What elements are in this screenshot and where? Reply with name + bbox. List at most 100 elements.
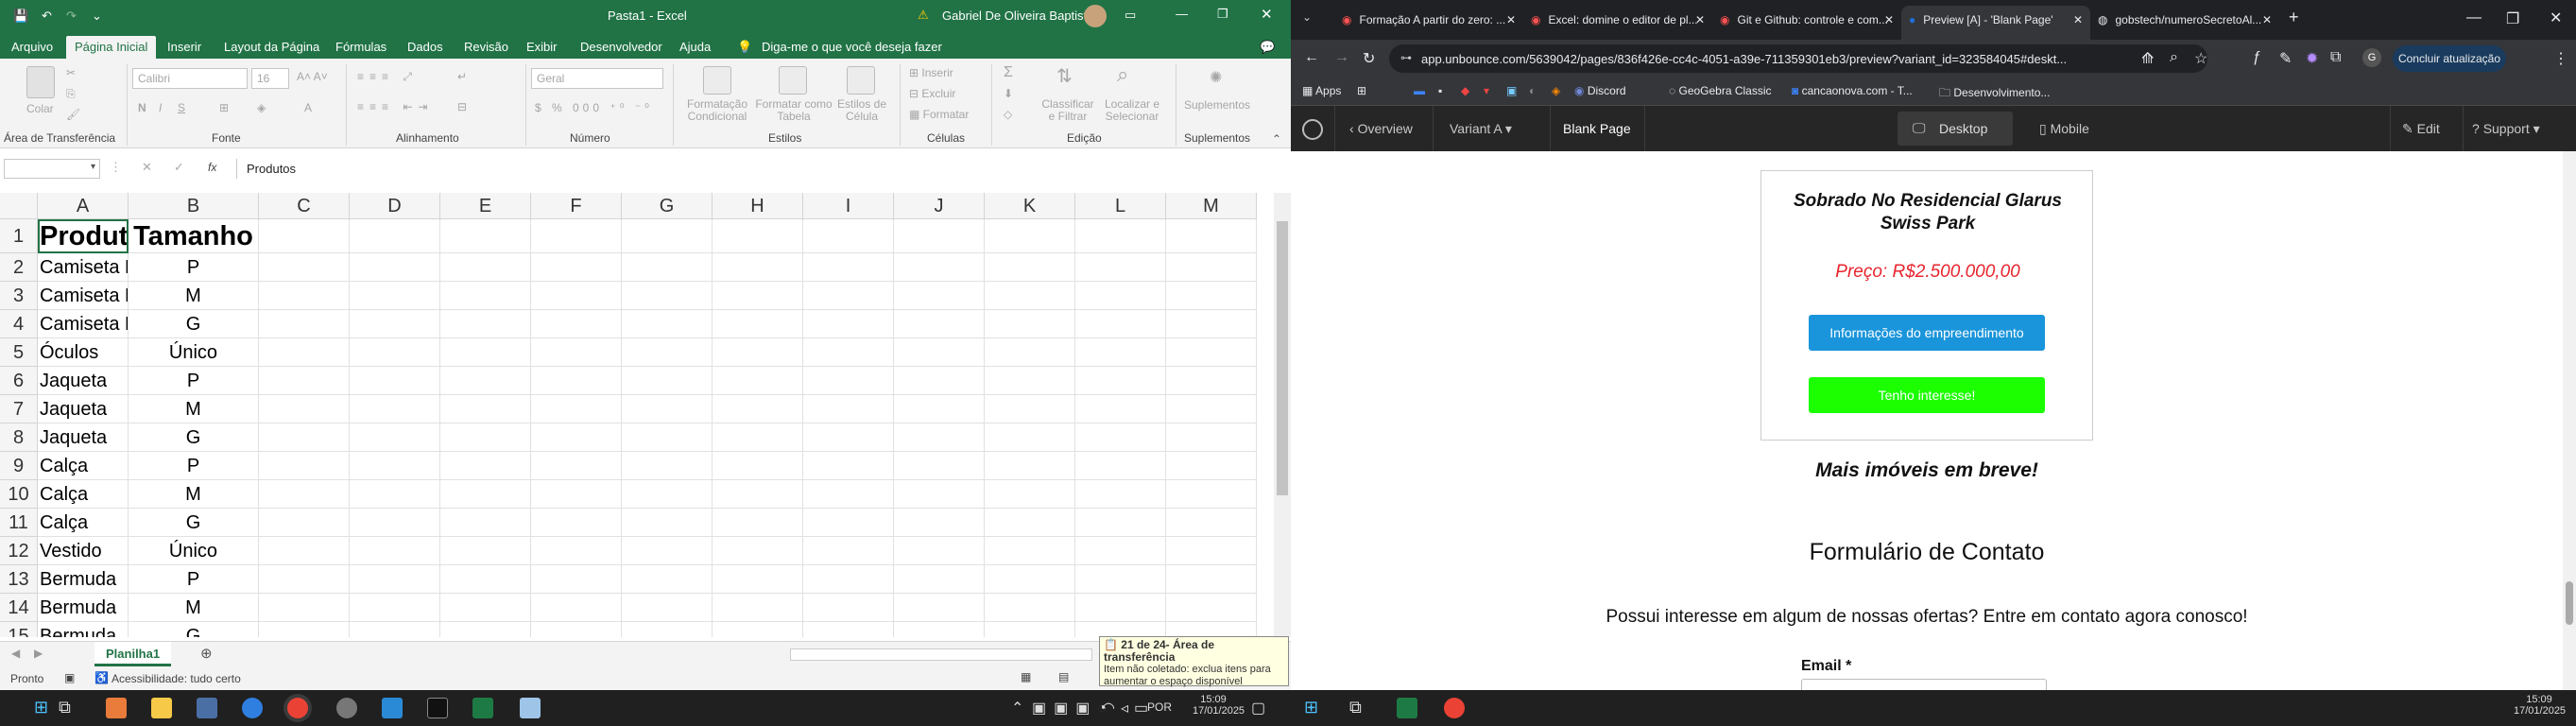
cell[interactable]: Único [129,537,259,565]
cell[interactable] [894,395,985,424]
overview-link[interactable]: ‹ Overview [1349,121,1413,136]
undo-icon[interactable]: ↶ [42,9,52,24]
cell[interactable] [622,395,713,424]
cell[interactable] [894,219,985,253]
settings-icon[interactable] [336,698,357,718]
minimize-icon[interactable]: — [2466,9,2482,26]
cell[interactable] [622,452,713,480]
font-size-box[interactable]: 16 [251,68,289,89]
cell[interactable] [622,219,713,253]
cell[interactable] [440,537,531,565]
cell[interactable] [803,480,894,509]
cell[interactable]: P [129,253,259,282]
file-explorer-icon[interactable] [151,698,172,718]
chevron-up-icon[interactable]: ⌃ [1011,699,1023,717]
cell[interactable] [1075,452,1166,480]
cell[interactable] [259,537,350,565]
status-accessibility[interactable]: Acessibilidade: tudo certo [112,672,241,685]
cell[interactable]: Jaqueta [38,424,129,452]
bookmark-apps[interactable]: ▦ Apps [1302,84,1341,97]
cell[interactable] [622,367,713,395]
cell[interactable] [531,622,622,637]
italic-icon[interactable]: I [159,101,162,114]
cell[interactable]: Camiseta Lisa [38,282,129,310]
cell[interactable]: Jaqueta [38,367,129,395]
cell[interactable] [985,424,1075,452]
cell[interactable] [985,338,1075,367]
close-tab-icon[interactable]: ✕ [1884,6,1894,34]
close-tab-icon[interactable]: ✕ [1695,6,1705,34]
cell[interactable] [1075,395,1166,424]
cell[interactable] [713,537,803,565]
column-header[interactable]: J [894,193,985,219]
cell[interactable] [259,565,350,594]
cell[interactable] [531,338,622,367]
cell[interactable] [622,509,713,537]
cell[interactable] [1075,509,1166,537]
fill-color-icon[interactable]: ◈ [257,101,266,114]
row-header[interactable]: 2 [0,253,38,282]
cell[interactable] [985,395,1075,424]
cell[interactable] [350,282,440,310]
language-indicator[interactable]: POR [1147,700,1172,714]
cell[interactable] [350,452,440,480]
select-all-corner[interactable] [0,193,38,219]
cell[interactable] [440,594,531,622]
cell[interactable] [894,367,985,395]
cell[interactable] [259,395,350,424]
cell[interactable] [622,424,713,452]
cell[interactable] [803,282,894,310]
cell[interactable] [531,219,622,253]
enter-icon[interactable]: ✓ [174,160,184,175]
fx-icon[interactable]: fx [208,161,216,174]
cell[interactable] [440,565,531,594]
cell[interactable] [1166,282,1257,310]
cell[interactable] [350,537,440,565]
bookmark-geogebra[interactable]: ◌ GeoGebra Classic [1669,84,1772,97]
cell[interactable] [440,480,531,509]
cell[interactable] [350,253,440,282]
cell[interactable] [985,565,1075,594]
cell[interactable] [350,219,440,253]
column-header[interactable]: F [531,193,622,219]
avatar[interactable] [1084,5,1107,27]
cell[interactable] [531,395,622,424]
desktop-toggle[interactable]: 🖵 Desktop [1898,112,2013,146]
format-painter-icon[interactable]: 🖌 [66,108,80,121]
format-cells-button[interactable]: ▦ Formatar [909,108,969,121]
cell[interactable] [1166,480,1257,509]
row-header[interactable]: 13 [0,565,38,594]
bookmark-icon[interactable]: ◐ [1529,84,1536,97]
cell[interactable] [713,565,803,594]
cell[interactable] [803,622,894,637]
cell[interactable] [350,565,440,594]
tab-ajuda[interactable]: Ajuda [679,36,711,59]
variant-dropdown[interactable]: Variant A ▾ [1450,121,1512,137]
terminal-icon[interactable] [427,698,448,718]
cell[interactable]: P [129,367,259,395]
page-scrollbar[interactable] [2563,151,2576,690]
cell[interactable] [1075,480,1166,509]
cell[interactable] [713,310,803,338]
cell[interactable] [1166,565,1257,594]
column-header[interactable]: H [713,193,803,219]
row-header[interactable]: 6 [0,367,38,395]
close-tab-icon[interactable]: ✕ [2073,6,2083,34]
cell[interactable] [1166,594,1257,622]
edit-link[interactable]: ✎ Edit [2402,121,2440,137]
underline-icon[interactable]: S [178,101,185,114]
extension-icon[interactable]: ✎ [2279,49,2292,68]
cell[interactable]: M [129,594,259,622]
calculator-icon[interactable] [197,698,217,718]
browser-tab-1[interactable]: ◉ Formação A partir do zero: ... ✕ [1334,6,1523,40]
cell[interactable]: M [129,395,259,424]
extension-icon[interactable]: ✹ [2306,49,2318,68]
cell[interactable] [985,310,1075,338]
extension-icon[interactable]: ƒ [2253,49,2261,66]
cell[interactable] [894,480,985,509]
cell[interactable] [803,424,894,452]
name-box[interactable]: ▾ [4,159,100,179]
browser-tab-2[interactable]: ◉ Excel: domine o editor de pl... ✕ [1523,6,1712,40]
bookmark-icon[interactable]: ▪ [1438,84,1442,97]
task-view-icon[interactable]: ⧉ [1349,698,1362,717]
